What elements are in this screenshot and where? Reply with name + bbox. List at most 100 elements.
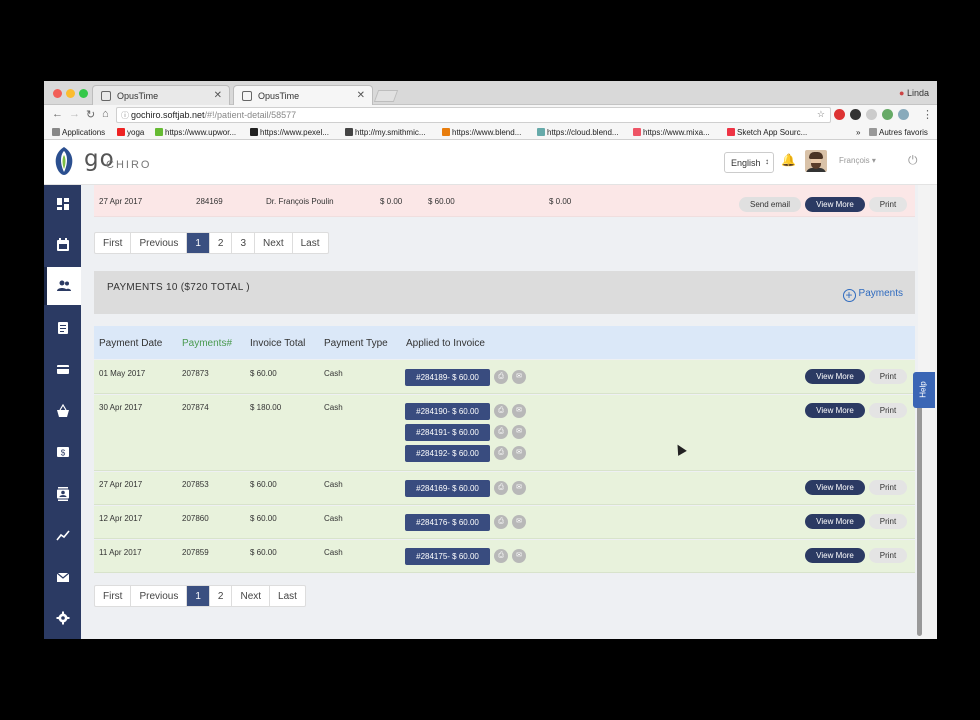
browser-profile[interactable]: ● Linda (899, 88, 929, 98)
email-icon[interactable]: ✉ (512, 446, 526, 460)
help-tab[interactable]: Help (913, 372, 935, 408)
email-icon[interactable]: ✉ (512, 549, 526, 563)
column-payment-number[interactable]: Payments# (182, 338, 232, 349)
print-icon[interactable]: ⎙ (494, 515, 508, 529)
send-email-button[interactable]: Send email (739, 197, 801, 212)
print-button[interactable]: Print (869, 480, 907, 495)
home-icon[interactable]: ⌂ (102, 108, 109, 120)
invoice-link-button[interactable]: #284189- $ 60.00 (405, 369, 490, 386)
forward-arrow-icon[interactable]: → (69, 108, 80, 120)
email-icon[interactable]: ✉ (512, 404, 526, 418)
invoice-link-button[interactable]: #284176- $ 60.00 (405, 514, 490, 531)
chrome-menu-icon[interactable]: ⋮ (922, 108, 933, 121)
page-previous[interactable]: Previous (131, 233, 188, 253)
back-arrow-icon[interactable]: ← (52, 108, 63, 120)
page-1[interactable]: 1 (187, 233, 210, 253)
view-more-button[interactable]: View More (805, 514, 865, 529)
email-icon[interactable]: ✉ (512, 515, 526, 529)
page-previous[interactable]: Previous (131, 586, 188, 606)
page-first[interactable]: First (95, 586, 132, 606)
browser-tab-2[interactable]: OpusTime ✕ (233, 85, 373, 105)
bookmark-star-icon[interactable]: ☆ (817, 109, 825, 120)
bookmark-upwork[interactable]: https://www.upwor... (155, 128, 236, 137)
view-more-button[interactable]: View More (805, 548, 865, 563)
print-button[interactable]: Print (869, 514, 907, 529)
page-last[interactable]: Last (270, 586, 305, 606)
invoice-link-button[interactable]: #284169- $ 60.00 (405, 480, 490, 497)
view-more-button[interactable]: View More (805, 369, 865, 384)
view-more-button[interactable]: View More (805, 480, 865, 495)
pinterest-extension-icon[interactable] (834, 109, 845, 120)
invoice-link-button[interactable]: #284175- $ 60.00 (405, 548, 490, 565)
bookmark-other-favorites[interactable]: Autres favoris (869, 128, 928, 137)
bookmark-applications[interactable]: Applications (52, 128, 105, 137)
page-2[interactable]: 2 (210, 233, 233, 253)
reload-icon[interactable]: ↻ (86, 108, 95, 121)
print-button[interactable]: Print (869, 369, 907, 384)
bookmark-sketch[interactable]: Sketch App Sourc... (727, 128, 807, 137)
print-icon[interactable]: ⎙ (494, 404, 508, 418)
new-tab-button[interactable] (373, 90, 399, 102)
print-icon[interactable]: ⎙ (494, 446, 508, 460)
settings-extension-icon[interactable] (850, 109, 861, 120)
sidebar-item-billing[interactable] (44, 350, 81, 388)
print-icon[interactable]: ⎙ (494, 425, 508, 439)
column-applied-to-invoice[interactable]: Applied to Invoice (406, 338, 485, 349)
close-tab-icon[interactable]: ✕ (214, 90, 222, 101)
bookmark-blender[interactable]: https://www.blend... (442, 128, 521, 137)
page-next[interactable]: Next (232, 586, 271, 606)
page-first[interactable]: First (95, 233, 132, 253)
page-last[interactable]: Last (293, 233, 328, 253)
print-button[interactable]: Print (869, 197, 907, 212)
page-next[interactable]: Next (255, 233, 293, 253)
language-select[interactable]: English (724, 152, 774, 173)
sidebar-item-payments[interactable]: $ (44, 433, 81, 471)
close-window-button[interactable] (53, 89, 62, 98)
column-invoice-total[interactable]: Invoice Total (250, 338, 305, 349)
page-1[interactable]: 1 (187, 586, 210, 606)
url-input[interactable]: ⓘ gochiro.softjab.net/#!/patient-detail/… (116, 107, 831, 123)
add-payment-button[interactable]: + Payments (842, 288, 903, 302)
print-icon[interactable]: ⎙ (494, 370, 508, 384)
sidebar-item-settings[interactable] (44, 599, 81, 637)
invoice-link-button[interactable]: #284192- $ 60.00 (405, 445, 490, 462)
page-3[interactable]: 3 (232, 233, 256, 253)
email-icon[interactable]: ✉ (512, 481, 526, 495)
page-2[interactable]: 2 (210, 586, 233, 606)
power-icon[interactable]: ⏻ (908, 153, 918, 168)
sidebar-item-products[interactable] (44, 392, 81, 430)
sidebar-item-notes[interactable] (44, 309, 81, 347)
print-icon[interactable]: ⎙ (494, 481, 508, 495)
bell-icon[interactable]: 🔔 (781, 153, 796, 167)
avatar[interactable] (805, 150, 827, 172)
maximize-window-button[interactable] (79, 89, 88, 98)
gochiro-logo-icon[interactable] (52, 146, 76, 176)
invoice-link-button[interactable]: #284191- $ 60.00 (405, 424, 490, 441)
sidebar-item-dashboard[interactable] (44, 185, 81, 223)
download-extension-icon[interactable] (882, 109, 893, 120)
invoice-link-button[interactable]: #284190- $ 60.00 (405, 403, 490, 420)
column-payment-type[interactable]: Payment Type (324, 338, 388, 349)
sidebar-item-patients[interactable] (44, 267, 81, 305)
view-more-button[interactable]: View More (805, 403, 865, 418)
bookmark-mixamo[interactable]: https://www.mixa... (633, 128, 710, 137)
minimize-window-button[interactable] (66, 89, 75, 98)
bookmark-yoga[interactable]: yoga (117, 128, 144, 137)
print-button[interactable]: Print (869, 403, 907, 418)
sidebar-item-calendar[interactable] (44, 226, 81, 264)
view-more-button[interactable]: View More (805, 197, 865, 212)
translate-extension-icon[interactable] (898, 109, 909, 120)
sidebar-item-reports[interactable] (44, 516, 81, 554)
close-tab-icon[interactable]: ✕ (357, 90, 365, 101)
bookmark-pexels[interactable]: https://www.pexel... (250, 128, 329, 137)
email-icon[interactable]: ✉ (512, 370, 526, 384)
bookmark-smithmic[interactable]: http://my.smithmic... (345, 128, 426, 137)
print-icon[interactable]: ⎙ (494, 549, 508, 563)
column-payment-date[interactable]: Payment Date (99, 338, 162, 349)
print-button[interactable]: Print (869, 548, 907, 563)
bookmarks-overflow[interactable]: » (856, 128, 860, 137)
cloud-extension-icon[interactable] (866, 109, 877, 120)
scrollbar-thumb[interactable] (917, 401, 922, 636)
sidebar-item-contacts[interactable] (44, 475, 81, 513)
browser-tab-1[interactable]: OpusTime ✕ (92, 85, 230, 105)
